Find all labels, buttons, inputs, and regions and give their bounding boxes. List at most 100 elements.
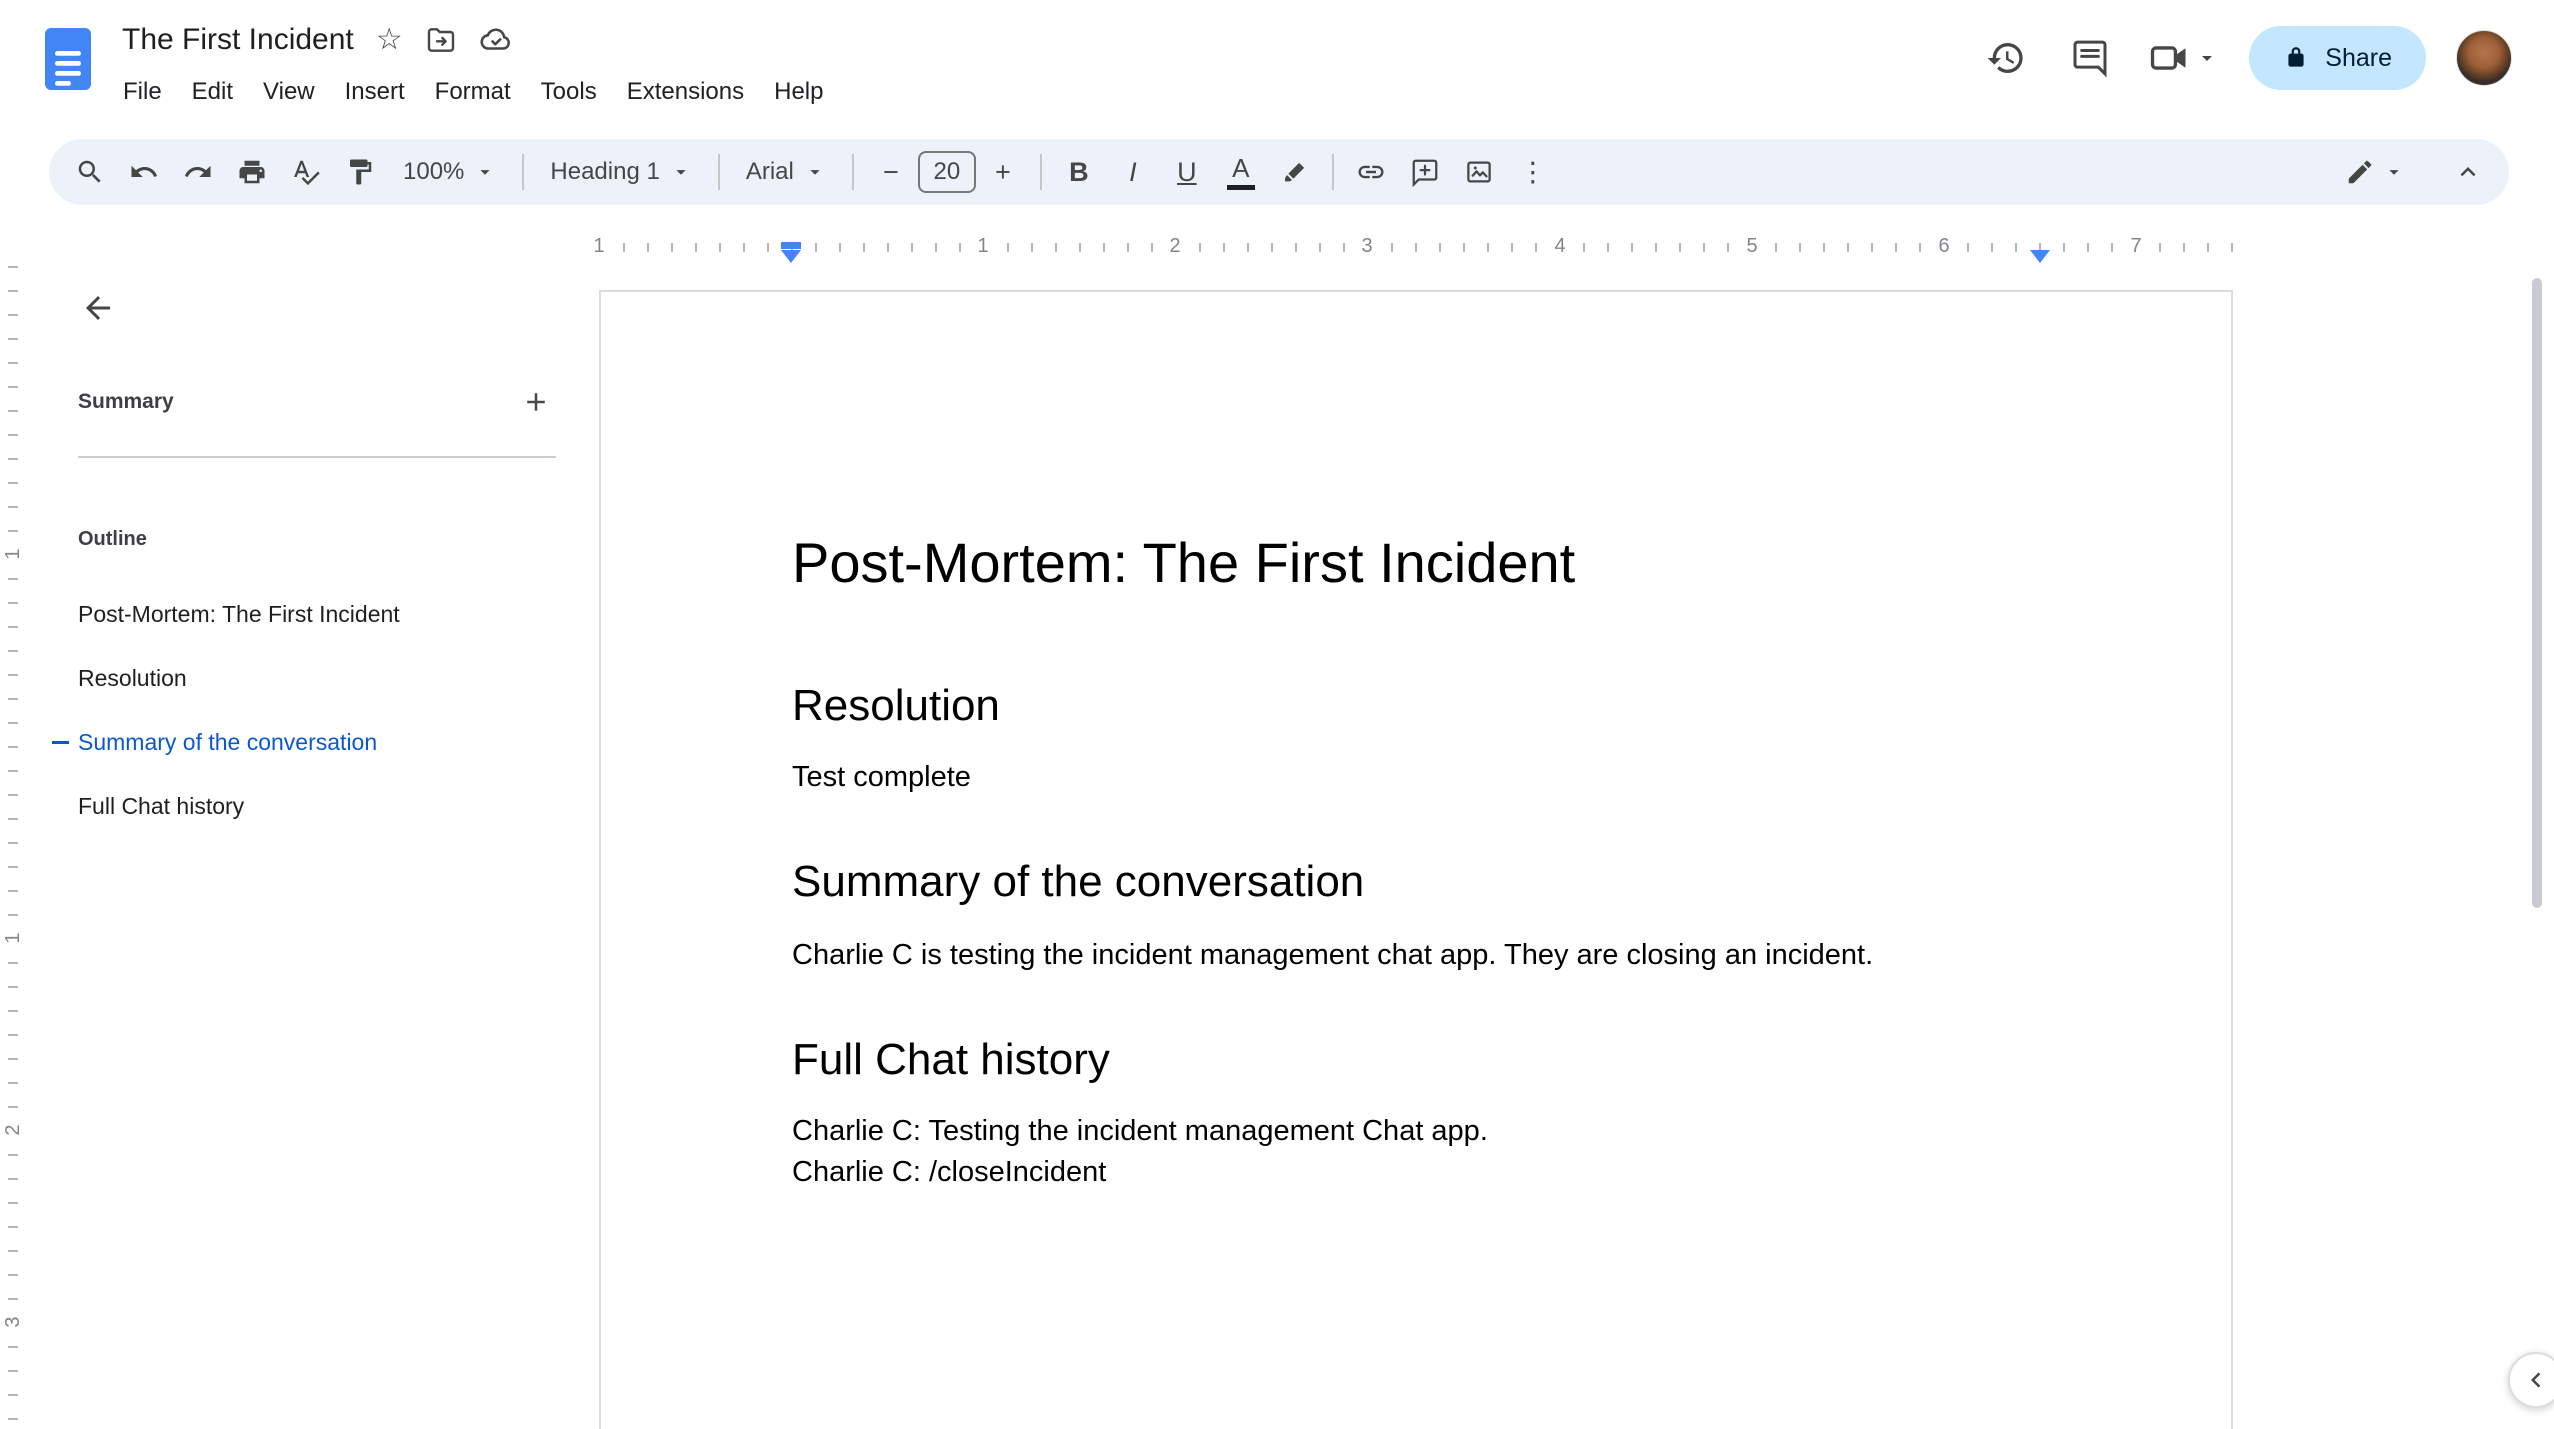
font-size-increase-button[interactable]: + [976,145,1030,199]
ruler-number: 7 [2123,229,2149,263]
menu-help[interactable]: Help [759,70,838,114]
ruler-number: 1 [1,925,25,951]
comment-history-icon[interactable] [2063,31,2117,85]
share-button[interactable]: Share [2249,26,2426,90]
search-menus-icon[interactable] [63,145,117,199]
header-actions: Share [1979,26,2512,90]
ruler-number: 1 [970,229,996,263]
editing-mode-select[interactable] [2335,157,2415,187]
join-call-control[interactable] [2147,36,2219,80]
menu-extensions[interactable]: Extensions [612,70,759,114]
first-line-indent-marker[interactable] [781,242,801,249]
toolbar-divider [851,154,854,190]
outline-item-summary-of-conversation[interactable]: Summary of the conversation [0,710,570,774]
chevron-down-icon [2195,46,2219,70]
toolbar-divider [717,154,720,190]
menu-edit[interactable]: Edit [177,70,248,114]
caret-down-icon [480,170,490,175]
doc-heading2-summary[interactable]: Summary of the conversation [792,854,2041,909]
undo-icon[interactable] [117,145,171,199]
insert-link-icon[interactable] [1344,145,1398,199]
pen-icon [2345,157,2375,187]
minus-icon: − [882,156,899,187]
cloud-saved-icon[interactable] [479,23,513,57]
font-size-input[interactable]: 20 [917,151,976,193]
toolbar-divider [522,154,525,190]
right-indent-marker[interactable] [2030,250,2050,263]
menu-file[interactable]: File [108,70,177,114]
add-summary-button[interactable] [516,382,556,422]
doc-paragraph-summary[interactable]: Charlie C is testing the incident manage… [792,935,2041,976]
more-options-icon[interactable]: ⋮ [1506,145,1560,199]
title-area: The First Incident ☆ File Edit View Inse… [122,14,838,114]
horizontal-ruler[interactable]: 1 1 2 3 4 5 6 7 [0,228,2554,266]
outline-item-post-mortem[interactable]: Post-Mortem: The First Incident [0,582,570,646]
paragraph-style-value: Heading 1 [550,158,660,185]
redo-icon[interactable] [171,145,225,199]
spellcheck-icon[interactable] [279,145,333,199]
show-side-panel-button[interactable] [2508,1352,2554,1408]
text-color-button[interactable]: A [1214,145,1268,199]
document-title[interactable]: The First Incident [122,23,354,57]
font-size-decrease-button[interactable]: − [864,145,918,199]
back-arrow-icon [86,296,110,320]
doc-paragraph-resolution[interactable]: Test complete [792,757,2041,798]
lock-icon [2283,45,2309,71]
chevron-left-icon [2531,1372,2541,1388]
doc-paragraph-chat-line2[interactable]: Charlie C: /closeIncident [792,1152,2041,1193]
panel-divider [78,456,556,458]
app-header: The First Incident ☆ File Edit View Inse… [0,0,2554,132]
bold-button[interactable]: B [1052,145,1106,199]
ruler-ticks [8,266,18,1429]
vertical-ruler[interactable]: 1 1 2 3 4 [0,266,26,1429]
ruler-number: 2 [1,1117,25,1143]
ruler-number: 2 [1162,229,1188,263]
version-history-icon[interactable] [1979,31,2033,85]
vertical-scrollbar-thumb[interactable] [2532,278,2542,908]
close-outline-panel-button[interactable] [74,284,122,332]
outline-title: Outline [78,528,147,550]
active-item-dash [52,741,69,744]
italic-button[interactable]: I [1106,145,1160,199]
doc-heading2-chat-history[interactable]: Full Chat history [792,1032,2041,1087]
ruler-number: 6 [1931,229,1957,263]
doc-paragraph-chat-line1[interactable]: Charlie C: Testing the incident manageme… [792,1111,2041,1152]
caret-down-icon [676,170,686,175]
underline-button[interactable]: U [1160,145,1214,199]
insert-image-icon[interactable] [1452,145,1506,199]
menu-bar: File Edit View Insert Format Tools Exten… [108,70,838,114]
ruler-number: 3 [1354,229,1380,263]
plus-icon [527,393,545,411]
paragraph-style-select[interactable]: Heading 1 [534,145,707,199]
paint-format-icon[interactable] [333,145,387,199]
highlight-color-icon[interactable] [1268,145,1322,199]
menu-tools[interactable]: Tools [526,70,612,114]
left-indent-marker[interactable] [781,242,801,263]
add-comment-icon[interactable] [1398,145,1452,199]
document-page[interactable]: Post-Mortem: The First Incident Resoluti… [599,290,2233,1429]
ruler-number: 1 [586,229,612,263]
toolbar: 100% Heading 1 Arial − 20 + B I U A ⋮ [49,139,2509,205]
zoom-select[interactable]: 100% [387,145,512,199]
zoom-value: 100% [403,158,465,185]
doc-heading1-title[interactable]: Post-Mortem: The First Incident [792,528,2041,598]
hide-menus-icon[interactable] [2441,145,2495,199]
print-icon[interactable] [225,145,279,199]
ruler-number: 5 [1739,229,1765,263]
doc-heading2-resolution[interactable]: Resolution [792,678,2041,733]
ruler-number: 1 [1,541,25,567]
outline-item-full-chat-history[interactable]: Full Chat history [0,774,570,838]
account-avatar[interactable] [2456,30,2512,86]
star-icon[interactable]: ☆ [376,24,403,56]
menu-insert[interactable]: Insert [330,70,420,114]
outline-item-resolution[interactable]: Resolution [0,646,570,710]
move-folder-icon[interactable] [425,24,457,56]
google-docs-logo-icon[interactable] [44,26,92,92]
menu-format[interactable]: Format [420,70,526,114]
outline-list: Post-Mortem: The First Incident Resoluti… [0,582,570,838]
ruler-number: 3 [1,1309,25,1335]
menu-view[interactable]: View [248,70,330,114]
font-family-select[interactable]: Arial [730,145,842,199]
videocam-icon [2147,36,2191,80]
ruler-number: 4 [1547,229,1573,263]
